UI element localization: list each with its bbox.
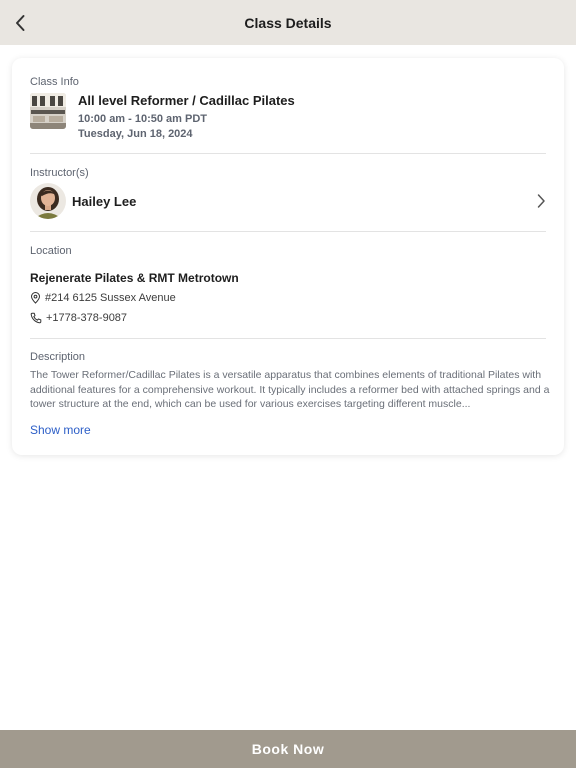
class-time: 10:00 am - 10:50 am PDT xyxy=(78,113,208,125)
location-name: Rejenerate Pilates & RMT Metrotown xyxy=(30,271,239,285)
instructor-row[interactable]: Hailey Lee xyxy=(30,182,546,220)
instructors-label: Instructor(s) xyxy=(30,167,89,179)
instructor-name: Hailey Lee xyxy=(72,193,137,209)
description-label: Description xyxy=(30,351,86,363)
page-title: Class Details xyxy=(244,14,332,31)
class-info-label: Class Info xyxy=(30,76,79,88)
divider xyxy=(30,153,546,154)
show-more-link[interactable]: Show more xyxy=(30,423,91,437)
back-button[interactable] xyxy=(6,8,34,38)
class-date: Tuesday, Jun 18, 2024 xyxy=(78,128,193,140)
header-bar: Class Details xyxy=(0,0,576,45)
map-pin-icon xyxy=(30,292,41,304)
chevron-right-icon xyxy=(537,194,545,208)
phone-text: +1778-378-9087 xyxy=(46,312,128,324)
address-text: #214 6125 Sussex Avenue xyxy=(45,292,176,304)
avatar xyxy=(30,183,66,219)
phone-icon xyxy=(30,312,42,324)
phone-link[interactable]: +1778-378-9087 xyxy=(30,312,127,324)
divider xyxy=(30,231,546,232)
book-now-button[interactable]: Book Now xyxy=(0,730,576,768)
class-name: All level Reformer / Cadillac Pilates xyxy=(78,93,295,108)
divider xyxy=(30,338,546,339)
class-thumbnail xyxy=(30,93,66,129)
address-line: #214 6125 Sussex Avenue xyxy=(30,292,176,304)
class-details-card: Class Info All level Reformer / Cadillac… xyxy=(12,58,564,455)
description-text: The Tower Reformer/Cadillac Pilates is a… xyxy=(30,369,550,410)
chevron-left-icon xyxy=(16,15,25,31)
location-label: Location xyxy=(30,245,72,257)
